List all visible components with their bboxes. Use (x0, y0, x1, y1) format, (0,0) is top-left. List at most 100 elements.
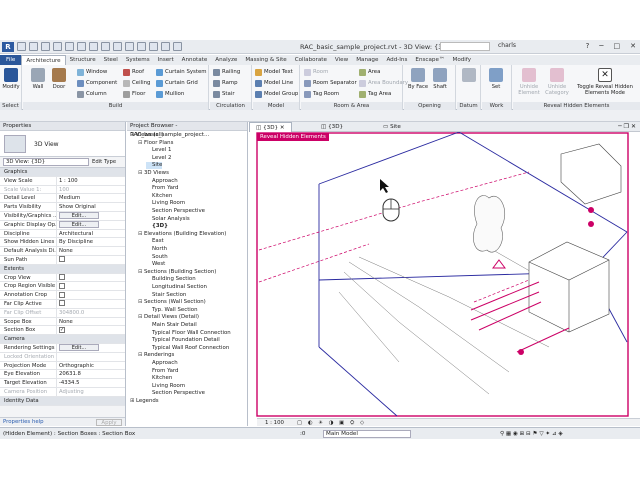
browser-node[interactable]: Living Room (146, 200, 185, 207)
ribbon-tab-manage[interactable]: Manage (352, 55, 382, 65)
property-value[interactable]: Medium (57, 194, 125, 202)
checkbox-icon[interactable] (59, 256, 65, 263)
property-value[interactable]: 20631.8 (57, 370, 125, 378)
minimize-icon[interactable]: ─ (599, 42, 603, 50)
browser-node[interactable]: Living Room (146, 383, 185, 390)
area-boundary-button[interactable]: Area Boundary (359, 78, 408, 88)
browser-node[interactable]: West (146, 261, 165, 268)
property-section-header[interactable]: Extents (0, 264, 125, 274)
property-checkbox[interactable] (57, 256, 125, 264)
ramp-button[interactable]: Ramp (213, 78, 238, 88)
browser-node[interactable]: Level 2 (146, 155, 171, 162)
instance-selector[interactable]: 3D View: {3D} (3, 158, 89, 166)
apply-button[interactable]: Apply (96, 419, 122, 426)
column-button[interactable]: Column (77, 89, 107, 99)
curtain-system-button[interactable]: Curtain System (156, 67, 207, 77)
property-row[interactable]: Eye Elevation 20631.8 (0, 370, 125, 380)
browser-node[interactable]: Solar Analysis (146, 216, 190, 223)
property-row[interactable]: Visibility/Graphics ... Edit... (0, 211, 125, 221)
property-checkbox[interactable] (57, 274, 125, 282)
room-separator-button[interactable]: Room Separator (304, 78, 357, 88)
edit-type-button[interactable]: Edit Type (92, 159, 116, 165)
browser-node[interactable]: East (146, 238, 164, 245)
room-button[interactable]: Room (304, 67, 328, 77)
railing-button[interactable]: Railing (213, 67, 240, 77)
modify-button[interactable]: Modify (1, 68, 21, 90)
property-row[interactable]: Crop Region Visible (0, 282, 125, 292)
browser-node[interactable]: ⊟Floor Plans (138, 140, 173, 147)
tag-room-button[interactable]: Tag Room (304, 89, 339, 99)
ribbon-tab-analyze[interactable]: Analyze (211, 55, 241, 65)
ceiling-button[interactable]: Ceiling (123, 78, 150, 88)
type-selector[interactable]: 3D View (0, 131, 125, 157)
edit-button[interactable]: Edit... (59, 211, 99, 219)
edit-button[interactable]: Edit... (59, 343, 99, 351)
browser-node[interactable]: Level 1 (146, 147, 171, 154)
user-name[interactable]: charls (498, 42, 516, 49)
by-face-button[interactable]: By Face (408, 68, 428, 90)
property-row[interactable]: Discipline Architectural (0, 229, 125, 239)
revit-logo-icon[interactable]: R (2, 42, 14, 52)
browser-node[interactable]: From Yard (146, 368, 178, 375)
browser-node[interactable]: {3D} (146, 223, 168, 230)
hidden-marker[interactable] (518, 349, 524, 355)
search-input[interactable] (440, 42, 490, 51)
curtain-grid-button[interactable]: Curtain Grid (156, 78, 198, 88)
properties-help-link[interactable]: Properties help (3, 418, 44, 427)
browser-node[interactable]: Typical Wall Roof Connection (146, 345, 229, 352)
checkbox-icon[interactable] (59, 274, 65, 281)
view-control-icons[interactable]: ▢ ◐ ☀ ◑ ▣ ⛭ ◇ (297, 419, 366, 427)
close-icon[interactable]: ✕ (630, 42, 636, 50)
property-row[interactable]: View Scale 1 : 100 (0, 176, 125, 186)
print-icon[interactable] (77, 42, 86, 51)
property-row[interactable]: Default Analysis Di... None (0, 247, 125, 256)
ribbon-tab-systems[interactable]: Systems (122, 55, 154, 65)
door-button[interactable]: Door (49, 68, 69, 90)
property-row[interactable]: Far Clip Active (0, 299, 125, 309)
mullion-button[interactable]: Mullion (156, 89, 184, 99)
property-value[interactable] (57, 353, 125, 361)
browser-node[interactable]: ⊞Legends (130, 398, 159, 405)
unhide-element-button[interactable]: Unhide Element (515, 68, 543, 96)
property-row[interactable]: Far Clip Offset 304800.0 (0, 308, 125, 318)
property-edit-button[interactable]: Edit... (57, 211, 125, 220)
property-edit-button[interactable]: Edit... (57, 220, 125, 229)
property-row[interactable]: Graphic Display Op... Edit... (0, 220, 125, 230)
property-value[interactable]: 304800.0 (57, 309, 125, 317)
open-icon[interactable] (17, 42, 26, 51)
ribbon-tab-collaborate[interactable]: Collaborate (291, 55, 331, 65)
undo-icon[interactable] (53, 42, 62, 51)
ribbon-tab-annotate[interactable]: Annotate (178, 55, 212, 65)
browser-node[interactable]: ⊟Views (all) (130, 132, 164, 139)
toggle-reveal-hidden-button[interactable]: ✕ Toggle Reveal Hidden Elements Mode (573, 68, 637, 96)
browser-node[interactable]: Typical Foundation Detail (146, 337, 220, 344)
ribbon-tab-file[interactable]: File (0, 55, 22, 65)
default-3d-icon[interactable] (125, 42, 134, 51)
stair-button[interactable]: Stair (213, 89, 235, 99)
property-edit-button[interactable]: Edit... (57, 343, 125, 352)
property-row[interactable]: Crop View (0, 273, 125, 283)
property-row[interactable]: Show Hidden Lines By Discipline (0, 238, 125, 248)
property-row[interactable]: Camera Position Adjusting (0, 387, 125, 397)
browser-node[interactable]: Section Perspective (146, 208, 205, 215)
help-icon[interactable]: ? (586, 42, 590, 50)
ribbon-tab-massing-site[interactable]: Massing & Site (241, 55, 290, 65)
view-tab-site[interactable]: ▭ Site (377, 122, 407, 132)
property-row[interactable]: Detail Level Medium (0, 194, 125, 204)
browser-node[interactable]: Section Perspective (146, 390, 205, 397)
checkbox-icon[interactable] (59, 326, 65, 333)
edit-button[interactable]: Edit... (59, 220, 99, 228)
area-button[interactable]: Area (359, 67, 380, 77)
model-selector[interactable]: Main Model (323, 430, 411, 438)
browser-node[interactable]: Building Section (146, 276, 196, 283)
browser-node[interactable]: From Yard (146, 185, 178, 192)
close-view-icon[interactable]: ✕ (631, 123, 636, 130)
browser-node[interactable]: ⊟Sections (Wall Section) (138, 299, 206, 306)
property-section-header[interactable]: Camera (0, 335, 125, 344)
floor-button[interactable]: Floor (123, 89, 145, 99)
property-checkbox[interactable] (57, 300, 125, 308)
model-line-button[interactable]: Model Line (255, 78, 293, 88)
property-value[interactable]: Show Original (57, 203, 125, 211)
checkbox-icon[interactable] (59, 300, 65, 307)
property-checkbox[interactable] (57, 291, 125, 299)
